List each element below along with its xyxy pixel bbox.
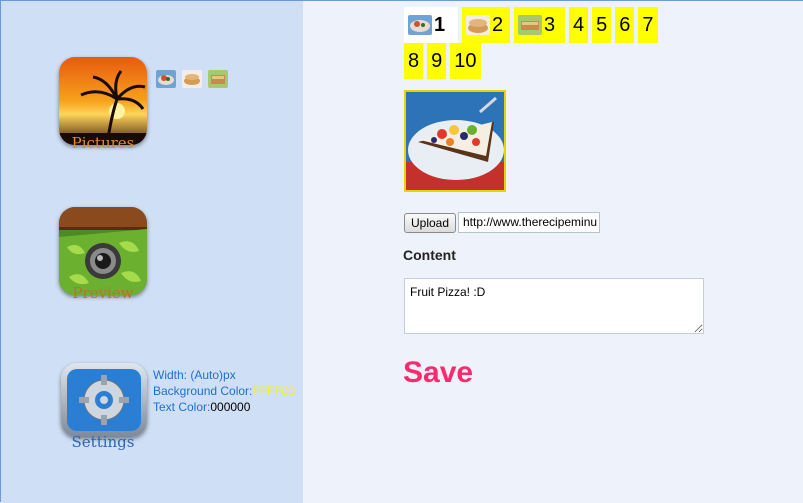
preview-label: Preview (72, 284, 134, 302)
page-button-8[interactable]: 8 (404, 43, 424, 79)
background-color-value: FFFF00 (252, 384, 296, 398)
page-button-10[interactable]: 10 (450, 43, 481, 79)
background-color-label: Background Color: (153, 384, 253, 398)
sidebar: Pictures Preview Settings Width: (Auto)p… (1, 1, 303, 503)
page-button-6[interactable]: 6 (615, 7, 635, 43)
page-button-6-label: 6 (619, 13, 631, 36)
page-button-1[interactable]: 1 (404, 7, 458, 43)
page-button-10-label: 10 (454, 49, 477, 72)
settings-label: Settings (71, 433, 135, 451)
page-2-thumbnail (466, 15, 490, 35)
pictures-app-icon[interactable] (59, 57, 147, 145)
content-textarea[interactable]: Fruit Pizza! :D (404, 278, 704, 334)
pictures-thumbnail-1[interactable] (156, 70, 176, 88)
preview-image (404, 90, 506, 192)
page-button-3[interactable]: 3 (514, 7, 565, 43)
settings-app-icon[interactable] (61, 363, 147, 437)
page-3-thumbnail (518, 15, 542, 35)
width-setting: Width: (Auto)px (153, 368, 236, 382)
settings-info: Width: (Auto)px Background Color:FFFF00 … (153, 367, 295, 415)
page-button-9[interactable]: 9 (427, 43, 447, 79)
page-button-7-label: 7 (642, 13, 654, 36)
preview-app-icon[interactable] (59, 207, 147, 295)
content-label: Content (403, 247, 456, 263)
save-button[interactable]: Save (403, 356, 473, 390)
page-button-4[interactable]: 4 (569, 7, 589, 43)
text-color-label: Text Color: (153, 400, 211, 414)
page-button-2[interactable]: 2 (462, 7, 510, 43)
page-button-4-label: 4 (573, 13, 585, 36)
page-1-thumbnail (408, 15, 432, 35)
page-button-2-label: 2 (492, 13, 504, 36)
image-url-input[interactable]: http://www.therecipeminu (458, 212, 600, 233)
page-button-9-label: 9 (431, 49, 443, 72)
background-color-setting: Background Color:FFFF00 (153, 383, 295, 399)
pictures-thumbnail-3[interactable] (208, 70, 228, 88)
page-button-8-label: 8 (408, 49, 420, 72)
page-buttons-row-2: 8 9 10 (404, 43, 481, 79)
page-button-3-label: 3 (544, 13, 556, 36)
pictures-label: Pictures (71, 134, 135, 152)
upload-button[interactable]: Upload (404, 213, 457, 233)
page-button-5[interactable]: 5 (592, 7, 612, 43)
text-color-value: 000000 (210, 400, 251, 414)
page-button-5-label: 5 (596, 13, 608, 36)
text-color-setting: Text Color:000000 (153, 399, 295, 415)
main-panel: 1 2 3 4 5 6 7 8 9 10 Upload http://www.t… (303, 1, 803, 503)
page-button-1-label: 1 (434, 13, 446, 36)
page-buttons-row-1: 1 2 3 4 5 6 7 (404, 7, 658, 43)
pictures-thumbnail-2[interactable] (182, 70, 202, 88)
page-button-7[interactable]: 7 (638, 7, 658, 43)
